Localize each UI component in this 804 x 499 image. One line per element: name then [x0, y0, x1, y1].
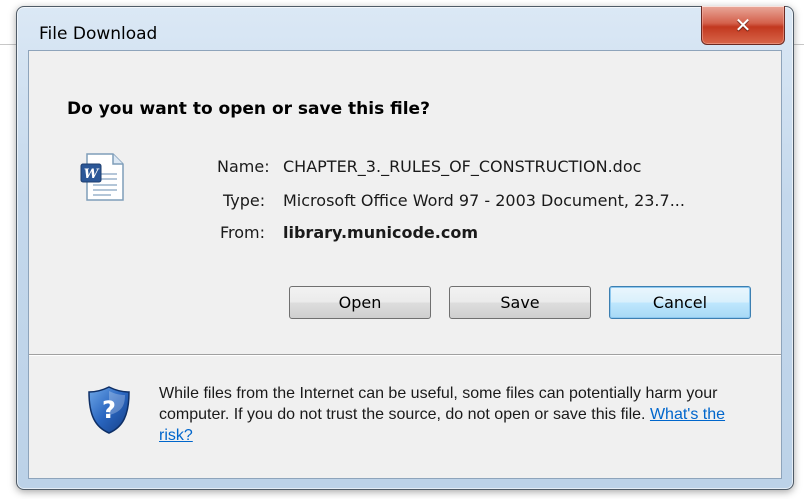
- save-button[interactable]: Save: [449, 286, 591, 319]
- file-source: library.municode.com: [283, 223, 478, 242]
- file-name-row: Name: CHAPTER_3._RULES_OF_CONSTRUCTION.d…: [179, 157, 759, 181]
- warning-text: While files from the Internet can be use…: [159, 385, 718, 423]
- svg-text:?: ?: [102, 396, 116, 424]
- word-document-icon: W: [80, 153, 124, 201]
- type-label: Type:: [223, 191, 266, 210]
- window-title: File Download: [39, 24, 158, 44]
- file-name: CHAPTER_3._RULES_OF_CONSTRUCTION.doc: [283, 157, 642, 176]
- divider-highlight: [29, 355, 781, 356]
- cancel-button[interactable]: Cancel: [609, 286, 751, 319]
- file-download-dialog: File Download ✕ Do you want to open or s…: [16, 6, 794, 490]
- from-label: From:: [220, 223, 266, 242]
- dialog-question: Do you want to open or save this file?: [67, 99, 430, 119]
- file-type: Microsoft Office Word 97 - 2003 Document…: [283, 191, 685, 210]
- close-icon: ✕: [734, 13, 752, 37]
- security-warning: While files from the Internet can be use…: [159, 383, 759, 446]
- security-shield-icon: ?: [88, 386, 130, 434]
- dialog-body: Do you want to open or save this file? W…: [28, 50, 782, 479]
- close-button[interactable]: ✕: [701, 6, 785, 45]
- file-from-row: From: library.municode.com: [179, 223, 759, 247]
- file-type-row: Type: Microsoft Office Word 97 - 2003 Do…: [179, 191, 759, 215]
- name-label: Name:: [217, 157, 270, 176]
- svg-text:W: W: [84, 167, 100, 182]
- open-button[interactable]: Open: [289, 286, 431, 319]
